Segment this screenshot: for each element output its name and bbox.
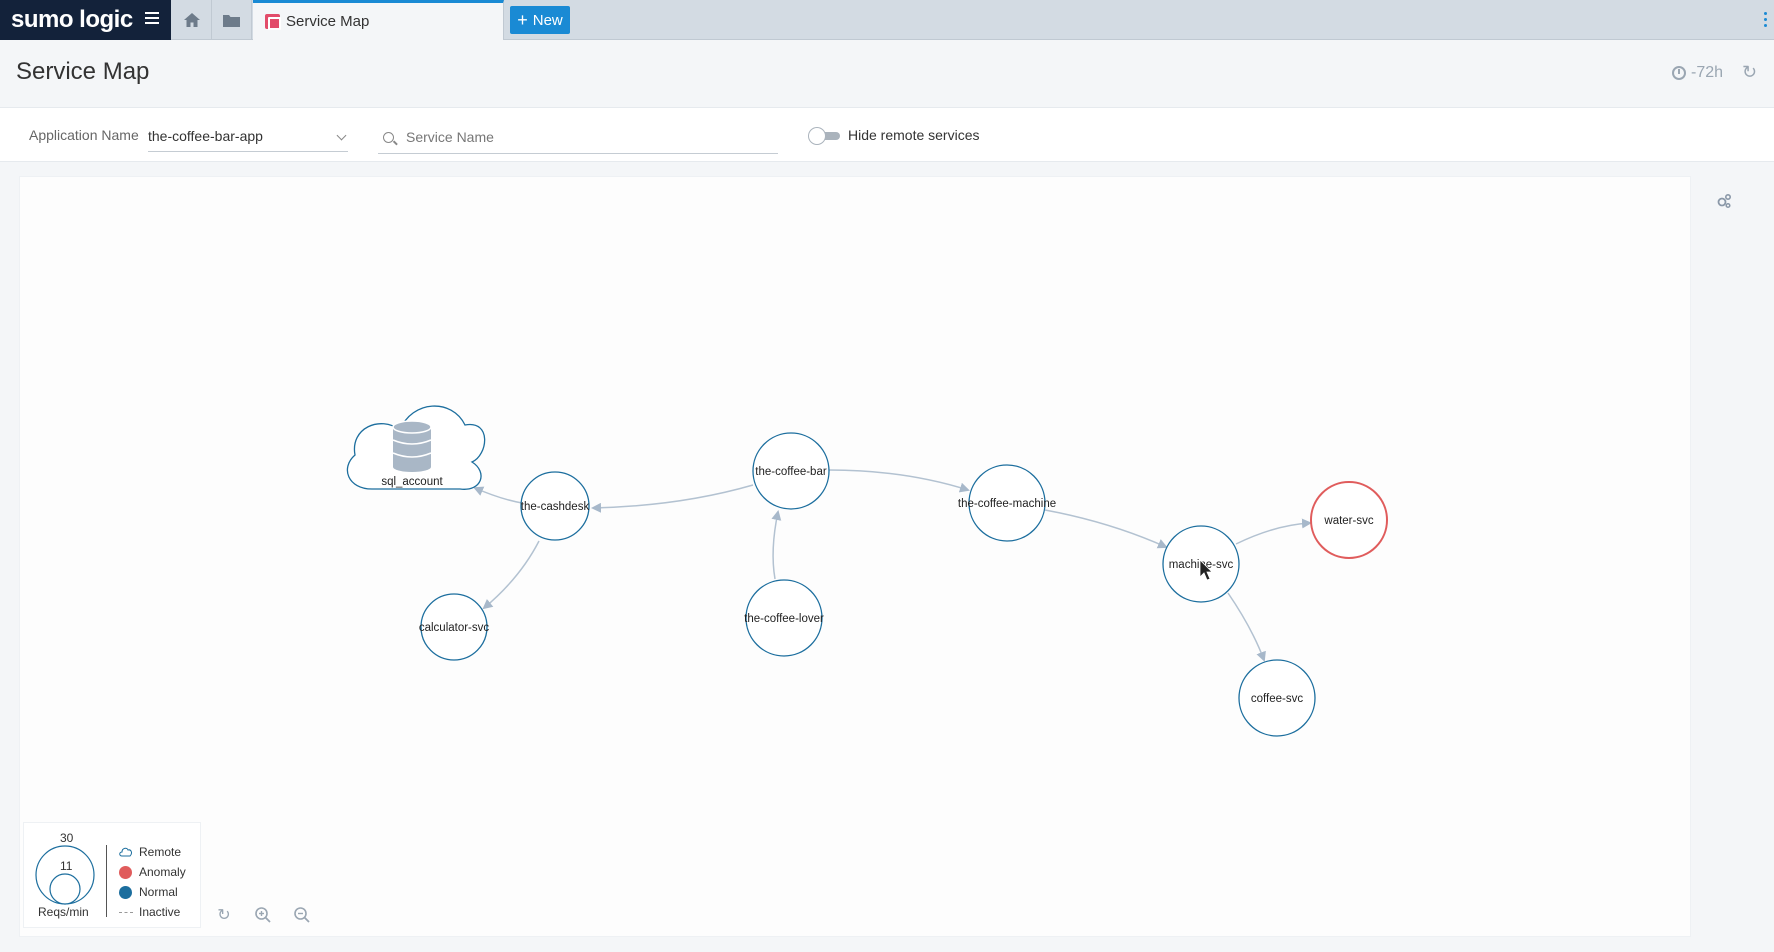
edge-coffeebar-machine	[828, 469, 970, 493]
node-label: coffee-svc	[1251, 693, 1303, 705]
node-calculator-svc[interactable]: calculator-svc	[419, 593, 490, 661]
node-label: the-coffee-bar	[755, 466, 827, 478]
node-the-coffee-machine[interactable]: the-coffee-machine	[958, 464, 1056, 542]
edge-machine-machinesvc	[1044, 509, 1168, 549]
service-graph: sql_account the-cashdesk calculator-svc …	[346, 405, 1388, 737]
legend-normal: Normal	[119, 885, 178, 899]
node-the-coffee-bar[interactable]: the-coffee-bar	[752, 432, 830, 510]
node-label: calculator-svc	[419, 622, 490, 634]
zoom-out-icon[interactable]	[293, 906, 311, 924]
edge-lover-coffeebar	[771, 510, 782, 580]
zoom-in-icon[interactable]	[254, 906, 272, 924]
legend-remote: Remote	[119, 845, 181, 859]
database-icon	[392, 420, 432, 472]
legend-anomaly: Anomaly	[119, 865, 186, 879]
node-label: the-coffee-machine	[958, 498, 1056, 510]
size-unit-label: Reqs/min	[38, 905, 89, 919]
cloud-icon	[119, 847, 132, 857]
normal-dot	[119, 885, 132, 899]
node-the-coffee-lover[interactable]: the-coffee-lover	[744, 579, 824, 657]
node-water-svc[interactable]: water-svc	[1310, 481, 1388, 559]
node-label: sql_account	[381, 476, 443, 488]
legend-divider	[106, 845, 107, 917]
legend-label: Anomaly	[139, 865, 186, 879]
anomaly-dot	[119, 865, 132, 879]
edge-coffeebar-cashdesk	[591, 484, 754, 513]
size-max-label: 30	[60, 831, 74, 845]
node-sql-account[interactable]: sql_account	[346, 405, 486, 490]
node-the-cashdesk[interactable]: the-cashdesk	[520, 471, 590, 541]
legend-label: Remote	[139, 845, 182, 859]
legend-inactive: Inactive	[119, 905, 180, 919]
edge-machinesvc-water	[1235, 518, 1312, 545]
node-label: water-svc	[1323, 515, 1373, 527]
size-min-label: 11	[60, 859, 73, 873]
dashed-line-icon	[119, 911, 133, 913]
node-label: the-cashdesk	[521, 501, 590, 513]
edge-cashdesk-calculator	[482, 540, 540, 610]
size-legend-icon	[35, 845, 95, 905]
legend-label: Normal	[139, 885, 178, 899]
edge-machinesvc-coffee	[1227, 592, 1266, 662]
reset-icon[interactable]: ↻	[215, 906, 233, 924]
edge-cashdesk-sql	[473, 486, 523, 504]
node-coffee-svc[interactable]: coffee-svc	[1238, 659, 1316, 737]
node-label: the-coffee-lover	[744, 613, 824, 625]
legend-label: Inactive	[139, 905, 181, 919]
map-legend: 30 11 Reqs/min Remote Anomaly Normal Ina…	[23, 822, 201, 928]
